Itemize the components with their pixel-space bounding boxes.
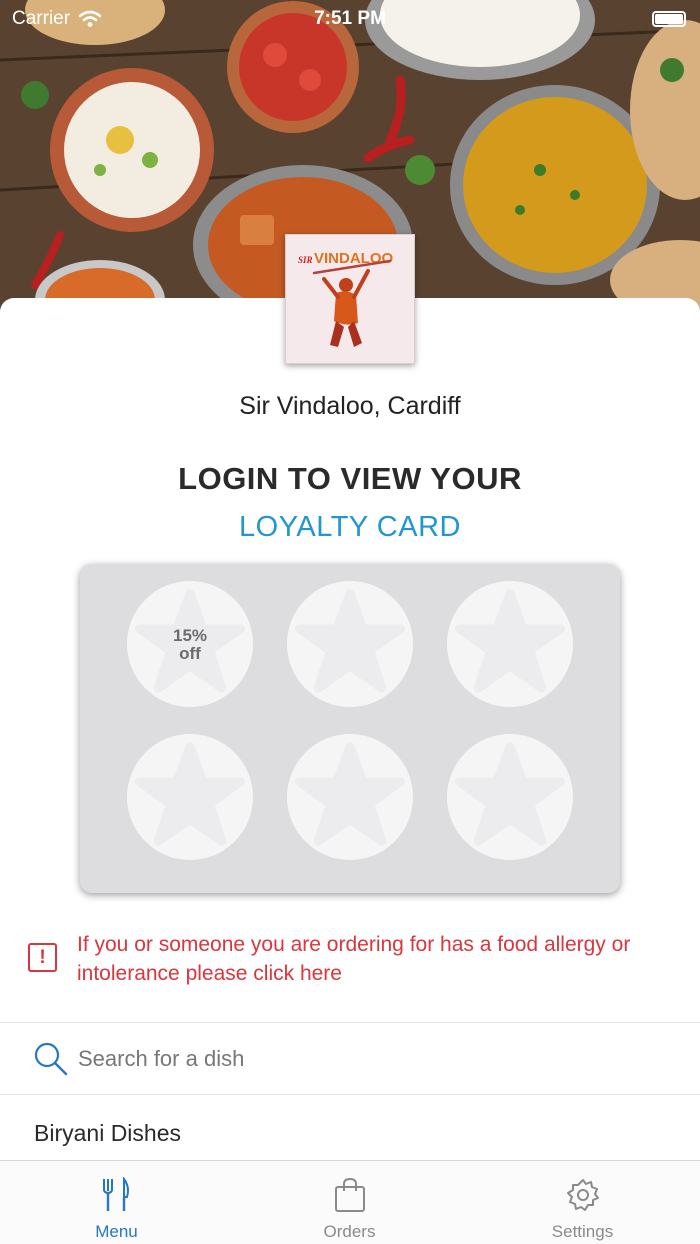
loyalty-stamp [287,581,413,707]
stamp-reward-percent: 15% [172,626,208,645]
tab-orders-label: Orders [323,1222,376,1241]
search-icon [34,1042,68,1076]
tab-settings[interactable]: Settings [466,1161,699,1244]
search-input[interactable] [78,1044,668,1074]
star-icon [295,589,405,693]
loyalty-card-link[interactable]: LOYALTY CARD [0,511,700,544]
clock: 7:51 PM [314,8,386,29]
allergy-notice[interactable]: ! If you or someone you are ordering for… [0,926,700,996]
gear-icon [567,1179,599,1211]
tab-settings-label: Settings [551,1222,614,1241]
restaurant-logo: SIR VINDALOO [285,234,415,364]
star-icon [295,742,405,846]
shopping-bag-icon [335,1177,365,1212]
loyalty-stamp [447,581,573,707]
loyalty-stamp [447,734,573,860]
logo-text-sir: SIR [298,255,313,265]
star-icon [135,742,245,846]
allergy-notice-text[interactable]: If you or someone you are ordering for h… [77,930,687,988]
loyalty-stamp: 15% off [127,581,253,707]
loyalty-stamp [127,734,253,860]
divider [0,1094,700,1095]
stamp-reward-off: off [179,644,201,663]
divider [0,1022,700,1023]
loyalty-card[interactable]: 15% off [80,564,620,893]
logo-text-vindaloo: VINDALOO [314,250,394,267]
star-icon [455,589,565,693]
status-bar: Carrier 7:51 PM [0,0,700,36]
tab-orders[interactable]: Orders [233,1161,466,1244]
star-icon [455,742,565,846]
tab-menu[interactable]: Menu [0,1161,233,1244]
fork-knife-icon [103,1177,129,1211]
battery-icon [652,11,686,27]
tab-menu-label: Menu [95,1222,138,1241]
tab-bar: Menu Orders Settings [0,1160,700,1244]
menu-category-title[interactable]: Biryani Dishes [34,1120,181,1147]
restaurant-name: Sir Vindaloo, Cardiff [239,392,461,420]
search-bar[interactable] [0,1024,700,1094]
alert-icon: ! [28,943,57,972]
loyalty-stamp [287,734,413,860]
login-title[interactable]: LOGIN TO VIEW YOUR [0,461,700,497]
logo-dancer-graphic: SIR VINDALOO [298,250,394,347]
